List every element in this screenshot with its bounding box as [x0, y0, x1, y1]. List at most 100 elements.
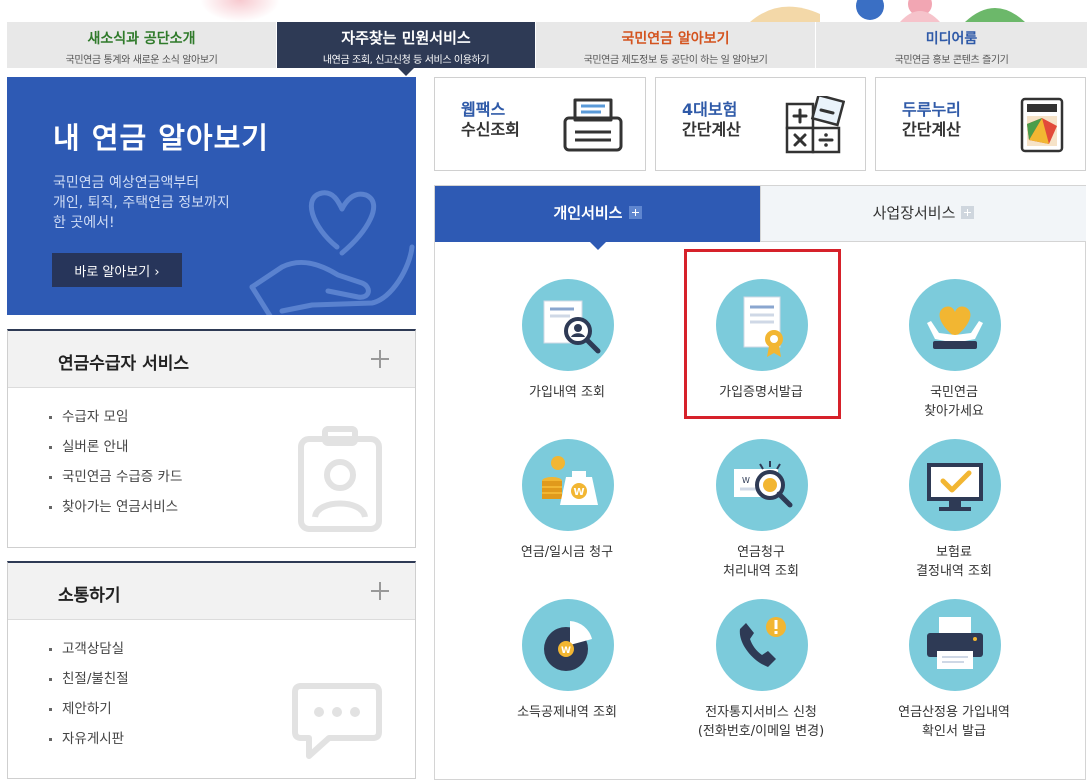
plus-icon[interactable]: [371, 350, 389, 368]
banner-desc-line: 국민연금 예상연금액부터: [53, 175, 200, 191]
printer-icon: [909, 599, 1001, 691]
panel-link[interactable]: 수급자 모임: [48, 407, 182, 437]
service-e-notice[interactable]: 전자통지서비스 신청 (전화번호/이메일 변경): [666, 599, 856, 749]
plus-icon: [628, 206, 642, 219]
pension-recipient-panel: 연금수급자 서비스 수급자 모임 실버론 안내 국민연금 수급증 카드 찾아가는…: [7, 329, 416, 548]
heart-hand-icon: [249, 190, 415, 315]
calculator-icon: [785, 96, 845, 154]
certificate-icon: [716, 279, 808, 371]
fax-icon: [563, 98, 623, 152]
service-label-line: 찾아가세요: [924, 404, 984, 419]
panel-link[interactable]: 국민연금 수급증 카드: [48, 467, 182, 497]
panel-header[interactable]: 연금수급자 서비스: [8, 331, 415, 388]
active-tab-indicator: [590, 242, 606, 250]
my-pension-banner: 내 연금 알아보기 국민연금 예상연금액부터 개인, 퇴직, 주택연금 정보까지…: [7, 77, 416, 315]
service-label: 전자통지서비스 신청 (전화번호/이메일 변경): [666, 703, 856, 741]
tab-personal-service[interactable]: 개인서비스: [435, 186, 760, 242]
service-enrollment-certificate[interactable]: 연금산정용 가입내역확인서 발급: [859, 599, 1049, 749]
panel-header[interactable]: 소통하기: [8, 563, 415, 620]
phone-alert-icon: [716, 599, 808, 691]
service-label: 보험료 결정내역 조회: [859, 543, 1049, 581]
tab-label: 사업장서비스: [872, 204, 956, 222]
top-tab-subtitle: 국민연금 통계와 새로운 소식 알아보기: [65, 55, 218, 66]
service-label: 소득공제내역 조회: [472, 703, 662, 722]
service-label-line: 확인서 발급: [922, 724, 986, 739]
service-label-line: 처리내역 조회: [723, 564, 799, 579]
people-illustration: [750, 0, 1025, 22]
panel-link-list: 고객상담실 친절/불친절 제안하기 자유게시판: [48, 639, 129, 759]
panel-link[interactable]: 제안하기: [48, 699, 129, 729]
service-label: 국민연금찾아가세요: [859, 383, 1049, 421]
top-tab-news[interactable]: 새소식과 공단소개 국민연금 통계와 새로운 소식 알아보기: [7, 22, 277, 68]
quick-label: 4대보험 간단계산: [682, 100, 741, 140]
service-label-line: 국민연금: [930, 385, 978, 400]
service-label-line: 가입내역 조회: [529, 385, 605, 400]
panel-link[interactable]: 친절/불친절: [48, 669, 129, 699]
panel-link[interactable]: 찾아가는 연금서비스: [48, 497, 182, 527]
heart-hands-icon: [909, 279, 1001, 371]
panel-title: 소통하기: [58, 586, 121, 606]
banner-description: 국민연금 예상연금액부터 개인, 퇴직, 주택연금 정보까지 한 곳에서!: [53, 173, 230, 233]
service-label: 가입증명서발급: [666, 383, 856, 402]
monitor-check-icon: [909, 439, 1001, 531]
service-label-line: 가입증명서발급: [719, 385, 803, 400]
quick-webfax-box[interactable]: 웹팩스 수신조회: [434, 77, 646, 171]
svg-text:W: W: [742, 476, 750, 485]
tab-label: 개인서비스: [553, 204, 623, 222]
quick-label-line2: 간단계산: [902, 120, 961, 139]
top-tab-title: 새소식과 공단소개: [87, 31, 196, 47]
service-label: 연금산정용 가입내역확인서 발급: [859, 703, 1049, 741]
panel-link[interactable]: 실버론 안내: [48, 437, 182, 467]
quick-four-insurance-box[interactable]: 4대보험 간단계산: [655, 77, 866, 171]
banner-title: 내 연금 알아보기: [53, 121, 269, 155]
quick-label-line1: 4대보험: [682, 100, 738, 119]
top-tab-about-pension[interactable]: 국민연금 알아보기 국민연금 제도정보 등 공단이 하는 일 알아보기: [536, 22, 816, 68]
panel-link-list: 수급자 모임 실버론 안내 국민연금 수급증 카드 찾아가는 연금서비스: [48, 407, 182, 527]
service-certificate-issue[interactable]: 가입증명서발급: [666, 279, 856, 429]
quick-label-line1: 두루누리: [902, 100, 961, 119]
id-card-icon: [298, 426, 382, 532]
panel-title: 연금수급자 서비스: [58, 354, 190, 374]
service-label-line: 연금청구: [737, 545, 785, 560]
quick-durunuri-box[interactable]: 두루누리 간단계산: [875, 77, 1086, 171]
service-membership-inquiry[interactable]: 가입내역 조회: [472, 279, 662, 429]
quick-label: 웹팩스 수신조회: [461, 100, 520, 140]
plus-icon[interactable]: [371, 582, 389, 600]
service-label-line: 전자통지서비스 신청: [705, 705, 817, 720]
service-label-line: 보험료: [936, 545, 972, 560]
service-visit-pension[interactable]: 국민연금찾아가세요: [859, 279, 1049, 429]
go-now-button[interactable]: 바로 알아보기 ›: [52, 253, 182, 287]
communication-panel: 소통하기 고객상담실 친절/불친절 제안하기 자유게시판: [7, 561, 416, 779]
service-label: 가입내역 조회: [472, 383, 662, 402]
banner-desc-line: 개인, 퇴직, 주택연금 정보까지: [53, 195, 230, 211]
pie-chart-icon: W: [522, 599, 614, 691]
top-tab-title: 미디어룸: [925, 31, 978, 47]
svg-text:W: W: [561, 646, 571, 656]
service-pension-claim[interactable]: W 연금/일시금 청구: [472, 439, 662, 589]
panel-link[interactable]: 자유게시판: [48, 729, 129, 759]
service-label: 연금청구처리내역 조회: [666, 543, 856, 581]
service-tax-deduction[interactable]: W 소득공제내역 조회: [472, 599, 662, 749]
service-label-line: 소득공제내역 조회: [517, 705, 617, 720]
active-tab-indicator: [398, 68, 414, 76]
quick-label-line1: 웹팩스: [461, 100, 506, 119]
service-label-line: (전화번호/이메일 변경): [697, 724, 825, 739]
top-tab-media-room[interactable]: 미디어룸 국민연금 홍보 콘텐츠 즐기기: [816, 22, 1087, 68]
top-tab-title: 국민연금 알아보기: [621, 31, 730, 47]
panel-link[interactable]: 고객상담실: [48, 639, 129, 669]
quick-label-line2: 수신조회: [461, 120, 520, 139]
quick-label-line2: 간단계산: [682, 120, 741, 139]
svg-text:W: W: [573, 487, 584, 498]
service-claim-status[interactable]: W 연금청구처리내역 조회: [666, 439, 856, 589]
claim-search-icon: W: [716, 439, 808, 531]
service-label-line: 연금산정용 가입내역: [898, 705, 1010, 720]
service-premium-decision[interactable]: 보험료 결정내역 조회: [859, 439, 1049, 589]
money-bag-icon: W: [522, 439, 614, 531]
top-tab-subtitle: 국민연금 제도정보 등 공단이 하는 일 알아보기: [583, 55, 768, 66]
tab-business-service[interactable]: 사업장서비스: [760, 186, 1086, 242]
service-label-line: 연금/일시금 청구: [520, 545, 614, 560]
document-search-icon: [522, 279, 614, 371]
quick-label: 두루누리 간단계산: [902, 100, 961, 140]
banner-desc-line: 한 곳에서!: [53, 215, 115, 231]
top-tab-civil-service[interactable]: 자주찾는 민원서비스 내연금 조회, 신고신청 등 서비스 이용하기: [277, 22, 536, 76]
